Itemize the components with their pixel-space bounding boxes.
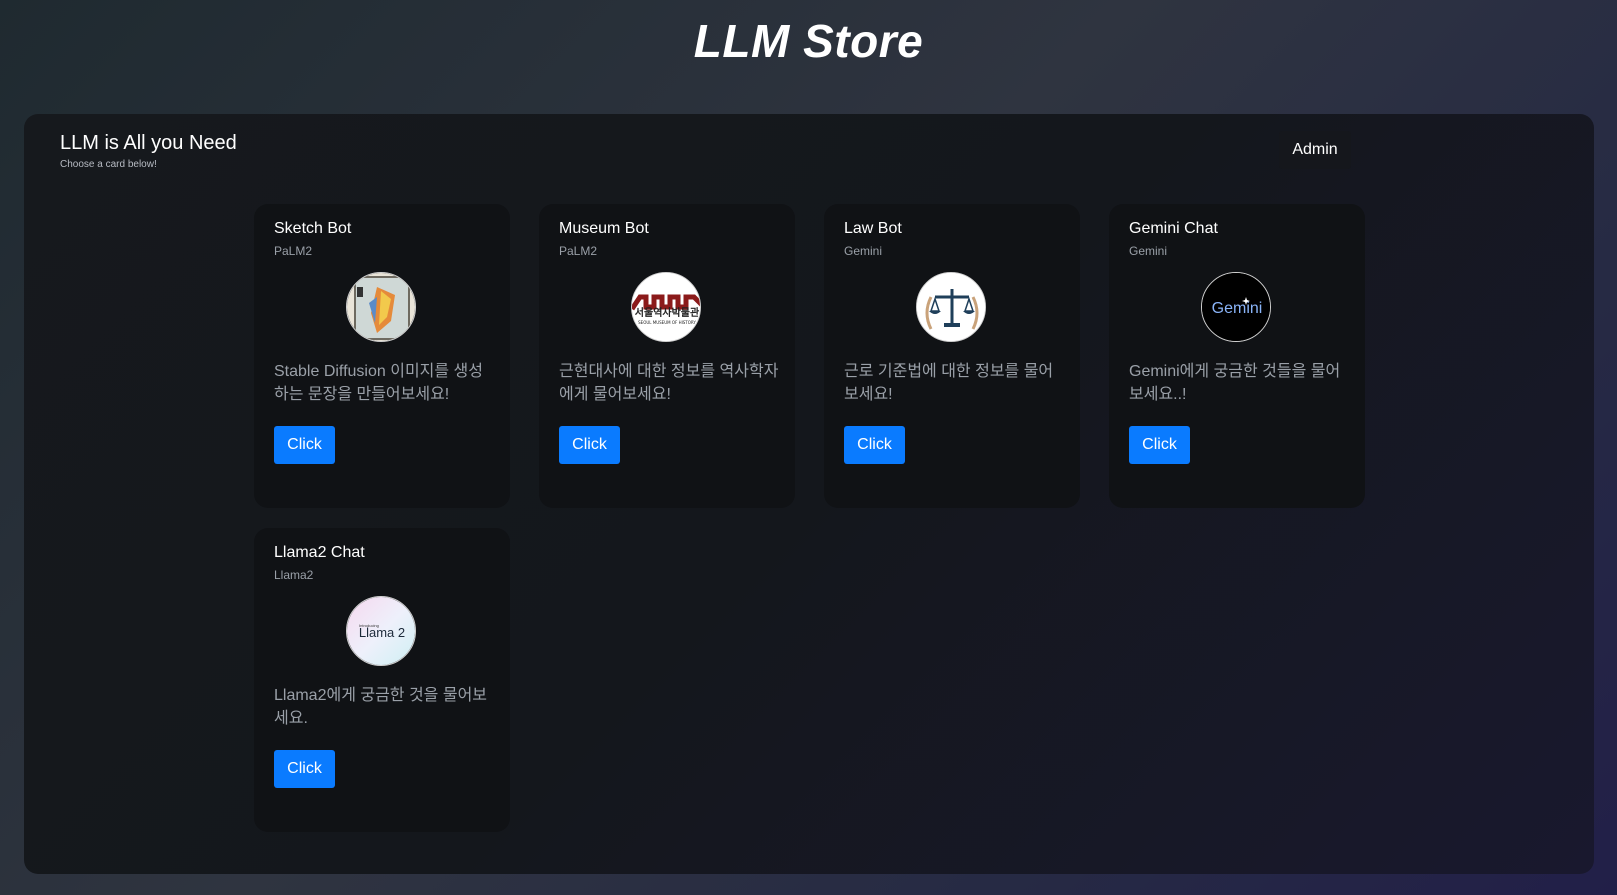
llama2-logo-text: Llama 2	[359, 625, 405, 640]
gemini-logo-icon: Gemini	[1201, 272, 1271, 342]
admin-button[interactable]: Admin	[1279, 131, 1351, 169]
card-llama2-chat: Llama2 Chat Llama2 Introducing Llama 2 L…	[254, 528, 510, 832]
card-model: Llama2	[274, 568, 314, 582]
gemini-logo-text: Gemini	[1212, 300, 1263, 317]
card-click-button[interactable]: Click	[844, 426, 905, 464]
museum-logo-text: 서울역사박물관	[635, 306, 700, 319]
card-description: 근로 기준법에 대한 정보를 물어보세요!	[844, 363, 1054, 403]
card-sketch-bot: Sketch Bot PaLM2 Stable Diffusion 이미지를 생…	[254, 204, 510, 508]
card-model: PaLM2	[274, 244, 313, 258]
main-panel: LLM is All you Need Choose a card below!…	[24, 114, 1594, 874]
card-click-button[interactable]: Click	[559, 426, 620, 464]
sketch-painting-icon	[346, 272, 416, 342]
page-title: LLM Store	[693, 15, 924, 67]
card-click-button[interactable]: Click	[1129, 426, 1190, 464]
scales-of-justice-icon	[916, 272, 986, 342]
panel-heading: LLM is All you Need	[60, 132, 237, 154]
card-model: PaLM2	[559, 244, 598, 258]
card-title: Law Bot	[844, 220, 902, 237]
card-description: Gemini에게 궁금한 것들을 물어보세요..!	[1129, 363, 1341, 403]
card-click-button[interactable]: Click	[274, 750, 335, 788]
card-gemini-chat: Gemini Chat Gemini Gemini Gemini에게 궁금한 것…	[1109, 204, 1365, 508]
card-description: Stable Diffusion 이미지를 생성하는 문장을 만들어보세요!	[274, 363, 483, 403]
museum-logo-icon: 서울역사박물관 SEOUL MUSEUM OF HISTORY	[631, 272, 701, 342]
card-law-bot: Law Bot Gemini 근로 기준법에 대한 정보를 물어보세요! Cli…	[824, 204, 1080, 508]
card-description: Llama2에게 궁금한 것을 물어보세요.	[274, 687, 488, 727]
card-title: Museum Bot	[559, 220, 649, 237]
card-title: Llama2 Chat	[274, 544, 365, 561]
panel-subheading: Choose a card below!	[60, 159, 157, 170]
card-title: Sketch Bot	[274, 220, 352, 237]
card-museum-bot: Museum Bot PaLM2 서울역사박물관 SEOUL MUSEUM OF…	[539, 204, 795, 508]
card-description: 근현대사에 대한 정보를 역사학자에게 물어보세요!	[559, 363, 779, 403]
card-model: Gemini	[1129, 244, 1168, 258]
card-model: Gemini	[844, 244, 883, 258]
card-title: Gemini Chat	[1129, 220, 1218, 237]
card-click-button[interactable]: Click	[274, 426, 335, 464]
llama2-logo-icon: Introducing Llama 2	[346, 596, 416, 666]
museum-logo-subtext: SEOUL MUSEUM OF HISTORY	[638, 320, 696, 325]
